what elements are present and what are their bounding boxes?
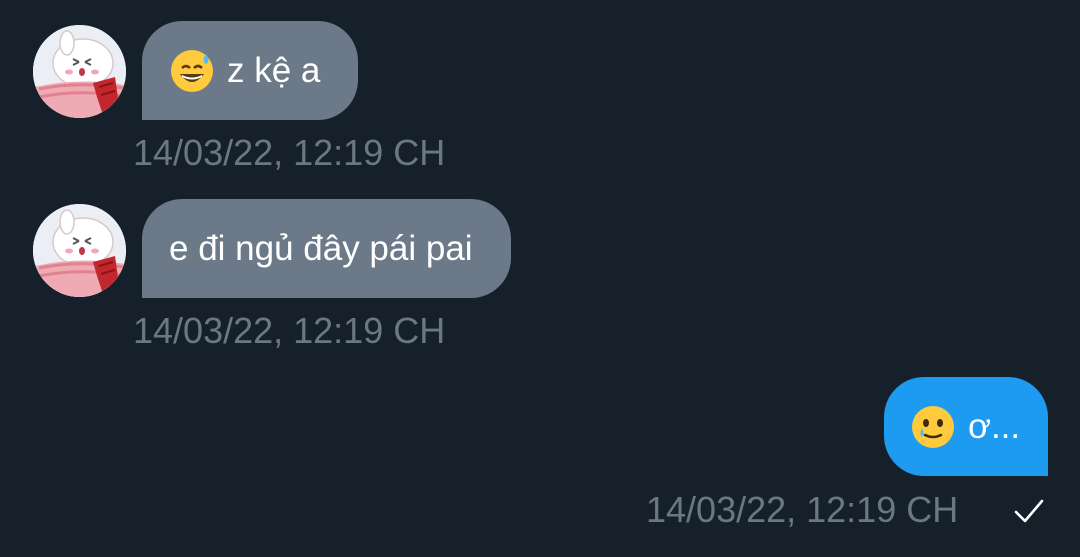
outgoing-message-bubble[interactable]: ơ... (884, 377, 1048, 476)
message-timestamp: 14/03/22, 12:19 CH (133, 310, 446, 351)
message-text: e đi ngủ đây pái pai (169, 229, 473, 268)
conversation-view: z kệ a 14/03/22, 12:19 CH e đi ngủ đây p… (0, 0, 1080, 557)
incoming-message-bubble[interactable]: z kệ a (142, 21, 359, 120)
sent-check-icon (1014, 499, 1044, 523)
face-holding-back-tears-icon (912, 405, 954, 448)
incoming-message-bubble[interactable]: e đi ngủ đây pái pai (142, 199, 511, 298)
message-text: ơ... (968, 407, 1021, 446)
bunny-avatar-image (33, 204, 126, 297)
message-text: z kệ a (227, 51, 321, 90)
contact-avatar[interactable] (33, 25, 126, 118)
grinning-face-with-sweat-icon (171, 49, 213, 92)
contact-avatar[interactable] (33, 204, 126, 297)
bunny-avatar-image (33, 25, 126, 118)
message-timestamp: 14/03/22, 12:19 CH (133, 132, 446, 173)
message-timestamp: 14/03/22, 12:19 CH (646, 489, 959, 530)
